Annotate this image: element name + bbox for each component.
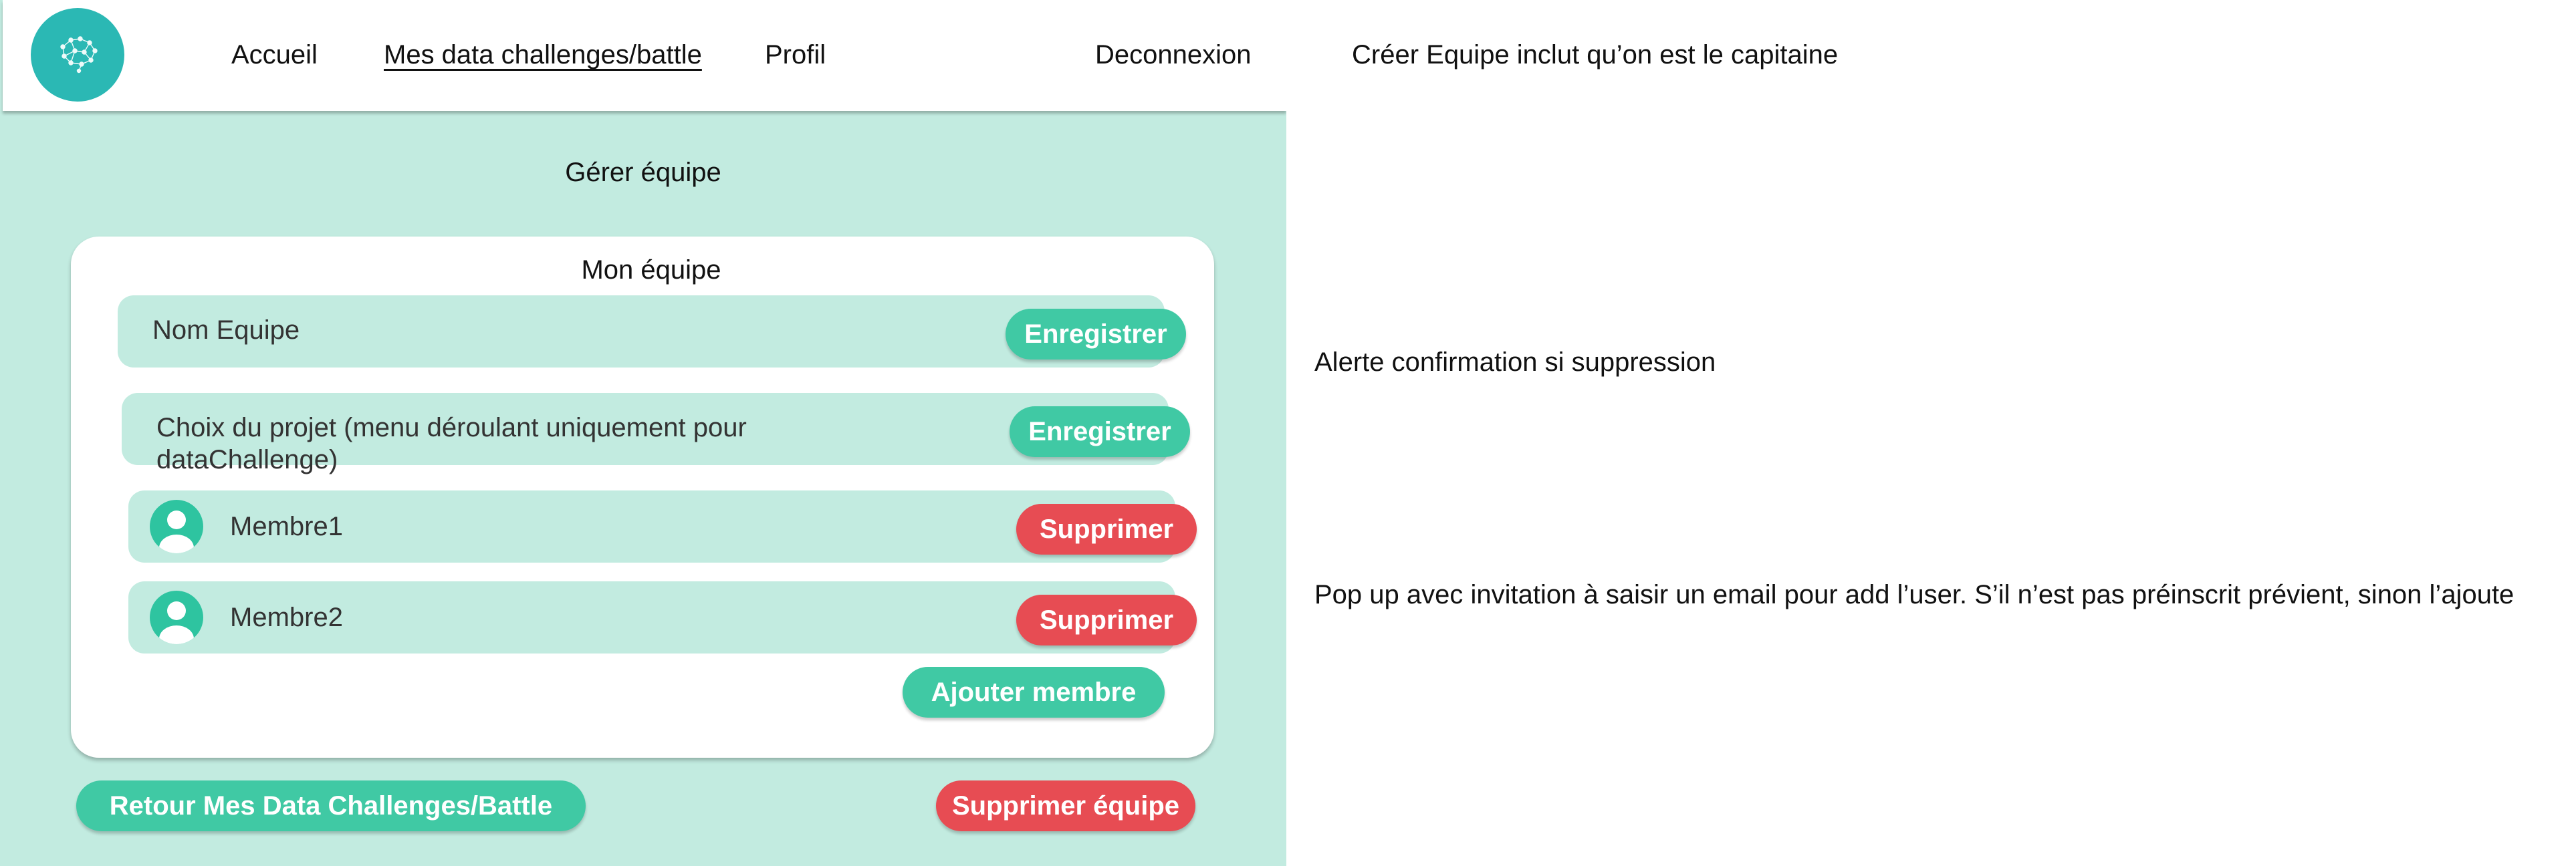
save-project-button[interactable]: Enregistrer — [1010, 406, 1190, 457]
nav-link-accueil[interactable]: Accueil — [231, 39, 318, 71]
remove-member-button[interactable]: Supprimer — [1016, 595, 1197, 645]
team-name-label: Nom Equipe — [152, 315, 300, 345]
member-name: Membre1 — [230, 512, 343, 541]
annotation-invite-popup: Pop up avec invitation à saisir un email… — [1314, 580, 2514, 609]
member-name: Membre2 — [230, 603, 343, 632]
member-row: Membre2 Supprimer — [128, 581, 1197, 654]
project-choice-row[interactable]: Choix du projet (menu déroulant uniqueme… — [122, 393, 1190, 474]
team-name-row: Nom Equipe Enregistrer — [118, 295, 1186, 368]
card-title: Mon équipe — [581, 255, 721, 285]
project-choice-label-line2: dataChallenge) — [156, 445, 338, 474]
remove-member-button[interactable]: Supprimer — [1016, 504, 1197, 555]
annotation-create-team: Créer Equipe inclut qu’on est le capitai… — [1352, 40, 1839, 69]
nav-link-mes-data-challenges[interactable]: Mes data challenges/battle — [384, 39, 702, 71]
page-title: Gérer équipe — [565, 158, 721, 187]
project-choice-label-line1: Choix du projet (menu déroulant uniqueme… — [156, 413, 747, 442]
nav-link-profil[interactable]: Profil — [765, 39, 826, 71]
brain-logo-icon[interactable] — [31, 8, 124, 102]
delete-team-button[interactable]: Supprimer équipe — [936, 780, 1195, 831]
user-avatar-icon — [150, 500, 203, 553]
navbar: Accueil Mes data challenges/battle Profi… — [3, 0, 1286, 111]
team-card: Mon équipe Nom Equipe Enregistrer Choix … — [71, 237, 1214, 758]
user-avatar-icon — [150, 591, 203, 644]
member-row: Membre1 Supprimer — [128, 490, 1197, 563]
save-team-name-button[interactable]: Enregistrer — [1006, 309, 1186, 359]
add-member-button[interactable]: Ajouter membre — [903, 667, 1165, 718]
back-to-challenges-button[interactable]: Retour Mes Data Challenges/Battle — [76, 780, 586, 831]
annotation-delete-confirmation: Alerte confirmation si suppression — [1314, 347, 1716, 377]
app-frame: Accueil Mes data challenges/battle Profi… — [0, 0, 1286, 866]
nav-link-deconnexion[interactable]: Deconnexion — [1095, 39, 1252, 71]
